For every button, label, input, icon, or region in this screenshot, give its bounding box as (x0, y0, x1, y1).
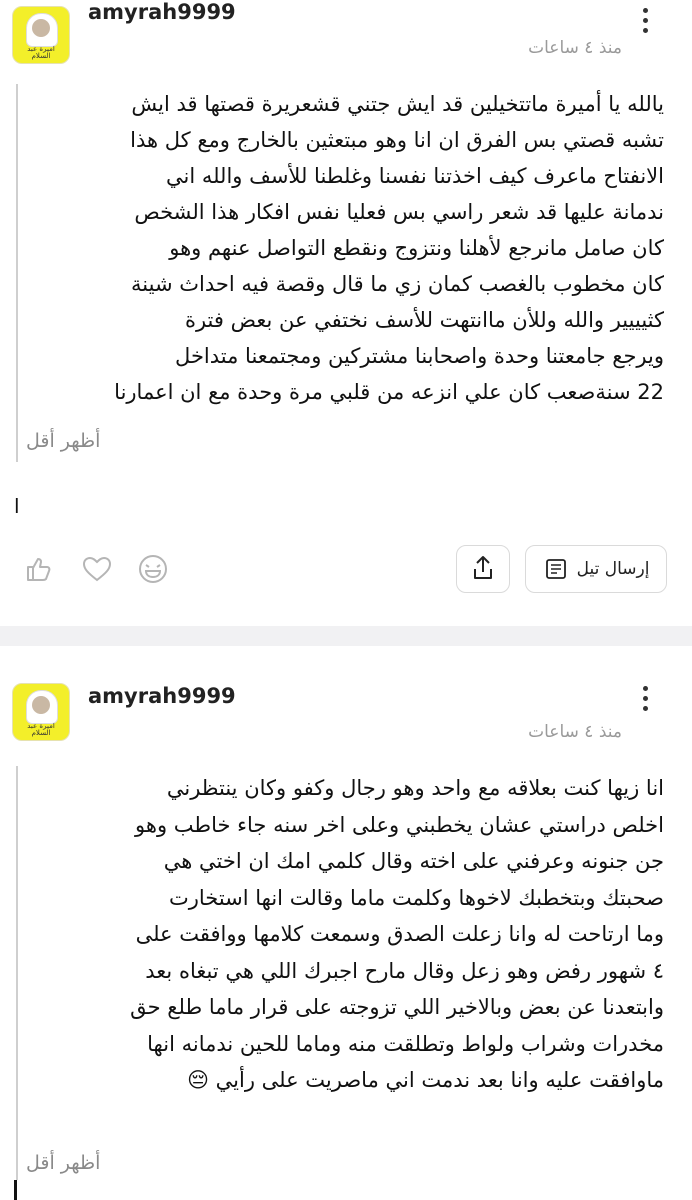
trailing-text: ا (14, 494, 20, 518)
quote-bar (16, 84, 18, 462)
share-button[interactable] (456, 545, 510, 593)
cropped-text-fragment (14, 1180, 17, 1200)
avatar[interactable]: أميرة عبد السلام (12, 6, 70, 64)
comment-line: صحبتك وبتخطبك لاخوها وكلمت ماما وقالت ان… (168, 885, 664, 910)
avatar[interactable]: أميرة عبد السلام (12, 683, 70, 741)
timestamp: منذ ٤ ساعات (528, 38, 622, 58)
scroll-icon (545, 559, 566, 579)
heart-icon[interactable] (80, 552, 114, 586)
comment-line: جن جنونه وعرفني على اخته وقال كلمي امك ا… (163, 849, 664, 873)
more-vertical-icon[interactable] (640, 8, 650, 38)
timestamp: منذ ٤ ساعات (528, 722, 622, 742)
post-separator (0, 626, 692, 646)
avatar-caption: أميرة عبد السلام (27, 723, 55, 737)
share-upload-icon (474, 556, 492, 579)
more-vertical-icon[interactable] (640, 686, 650, 716)
comment-line: وابتعدنا عن بعض وبالاخير اللي تزوجته على… (130, 995, 664, 1019)
comment-line: ٤ شهور رفض وهو زعل وقال مارح اجبرك اللي … (145, 958, 664, 983)
username[interactable]: amyrah9999 (88, 0, 236, 24)
comment-line: كثيييير والله وللأن ماانتهت للأسف نختفي … (184, 308, 664, 332)
avatar-caption: أميرة عبد السلام (27, 46, 55, 60)
comment-line: انا زيها كنت بعلاقه مع واحد وهو رجال وكف… (166, 776, 664, 800)
comment-line: ندمانة عليها قد شعر راسي بس فعليا نفس اف… (134, 200, 664, 224)
send-button[interactable]: إرسال تيل (525, 545, 667, 593)
comment-line: كان صامل مانرجع لأهلنا ونتزوج ونقطع التو… (169, 236, 664, 260)
comment-line: يالله يا أميرة ماتتخيلين قد ايش جتني قشع… (131, 92, 664, 116)
thumbs-up-icon[interactable] (22, 552, 56, 586)
laughing-face-icon[interactable] (136, 552, 170, 586)
show-less-link[interactable]: أظهر أقل (26, 430, 100, 452)
comment-line: ماوافقت عليه وانا بعد ندمت اني ماصريت عل… (187, 1068, 664, 1092)
comment-line: تشبه قصتي بس الفرق ان انا وهو مبتعثين با… (130, 128, 664, 152)
show-less-link[interactable]: أظهر أقل (26, 1152, 100, 1174)
avatar-photo (32, 19, 50, 37)
comment-line: 22 سنةصعب كان علي انزعه من قلبي مرة وحدة… (114, 380, 664, 404)
comment-line: وما ارتاحت له وانا زعلت الصدق وسمعت كلام… (135, 922, 664, 946)
avatar-photo (32, 696, 50, 714)
comment-body: يالله يا أميرة ماتتخيلين قد ايش جتني قشع… (26, 86, 664, 410)
send-button-label: إرسال تيل (576, 559, 650, 579)
comment-line: اخلص دراستي عشان يخطبني وعلى اخر سنه جاء… (135, 812, 664, 837)
username[interactable]: amyrah9999 (88, 684, 236, 708)
comment-body: انا زيها كنت بعلاقه مع واحد وهو رجال وكف… (26, 770, 664, 1099)
comment-post: أميرة عبد السلام amyrah9999 منذ ٤ ساعات … (0, 0, 692, 626)
comment-line: ويرجع جامعتنا وحدة واصحابنا مشتركين ومجت… (175, 344, 664, 368)
comment-line: مخدرات وشراب ولواط وتطلقت منه وماما للحي… (147, 1031, 664, 1056)
quote-bar (16, 766, 18, 1180)
comment-line: الانفتاح ماعرف كيف اخذتنا نفسنا وغلطنا ل… (165, 164, 664, 188)
comment-line: كان مخطوب بالغصب كمان زي ما قال وقصة فيه… (131, 272, 664, 296)
